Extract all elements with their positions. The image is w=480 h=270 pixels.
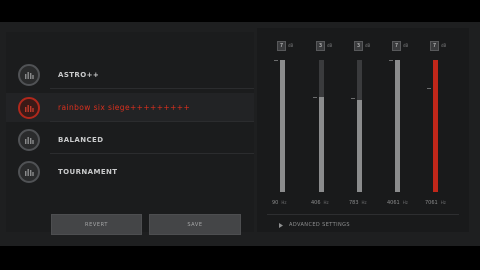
preset-label: ASTRO++: [58, 70, 100, 79]
db-unit: dB: [365, 43, 371, 48]
preset-row-tournament[interactable]: TOURNAMENT: [6, 157, 254, 186]
frequency-label: 7061 Hz: [425, 200, 446, 206]
eq-slider-track[interactable]: [274, 60, 285, 192]
eq-slider-fill[interactable]: [319, 96, 324, 192]
db-value: 3: [316, 41, 325, 51]
db-value: 7: [392, 41, 401, 51]
db-unit: dB: [403, 43, 409, 48]
eq-slider-fill[interactable]: [433, 60, 438, 192]
save-button[interactable]: SAVE: [149, 214, 241, 235]
frequency-label: 4061 Hz: [387, 200, 408, 206]
eq-band-7061: 7 dB 7061 Hz: [421, 28, 451, 228]
preset-bars-icon: [18, 63, 40, 86]
eq-band-406: 3 dB 406 Hz: [307, 28, 337, 228]
equalizer: 7 dB 90 Hz 3 dB 406 Hz 3 dB 783 Hz 7 dB …: [257, 28, 469, 232]
preset-list: ASTRO++ rainbow six siege+++++++++ BALAN…: [6, 32, 254, 235]
eq-band-90: 7 dB 90 Hz: [268, 28, 298, 228]
eq-band-783: 3 dB 783 Hz: [345, 28, 375, 228]
frequency-label: 783 Hz: [349, 200, 367, 206]
eq-band-4061: 7 dB 4061 Hz: [383, 28, 413, 228]
advanced-settings-label: ADVANCED SETTINGS: [289, 222, 350, 228]
triangle-right-icon: [279, 222, 283, 228]
frequency-label: 90 Hz: [272, 200, 287, 206]
preset-row-rainbow-six-siege[interactable]: rainbow six siege+++++++++: [6, 93, 254, 122]
db-value: 7: [430, 41, 439, 51]
eq-slider-fill[interactable]: [395, 60, 400, 192]
preset-bars-icon: [18, 160, 40, 183]
preset-bars-icon: [18, 96, 40, 119]
advanced-settings-toggle[interactable]: ADVANCED SETTINGS: [279, 222, 350, 228]
db-unit: dB: [288, 43, 294, 48]
preset-label: BALANCED: [58, 135, 104, 144]
preset-row-balanced[interactable]: BALANCED: [6, 125, 254, 154]
db-value: 3: [354, 41, 363, 51]
preset-label: TOURNAMENT: [58, 167, 118, 176]
preset-label: rainbow six siege+++++++++: [58, 103, 191, 112]
mixamp-panel: ASTRO++ rainbow six siege+++++++++ BALAN…: [0, 22, 480, 246]
db-unit: dB: [327, 43, 333, 48]
eq-slider-track[interactable]: [351, 60, 362, 192]
eq-slider-fill[interactable]: [280, 60, 285, 192]
eq-slider-track[interactable]: [313, 60, 324, 192]
frequency-label: 406 Hz: [311, 200, 329, 206]
eq-slider-track[interactable]: [389, 60, 400, 192]
eq-slider-fill[interactable]: [357, 99, 362, 192]
eq-slider-track[interactable]: [427, 60, 438, 192]
db-value: 7: [277, 41, 286, 51]
preset-row-astro[interactable]: ASTRO++: [6, 60, 254, 89]
db-unit: dB: [441, 43, 447, 48]
revert-button[interactable]: REVERT: [51, 214, 142, 235]
preset-bars-icon: [18, 128, 40, 151]
